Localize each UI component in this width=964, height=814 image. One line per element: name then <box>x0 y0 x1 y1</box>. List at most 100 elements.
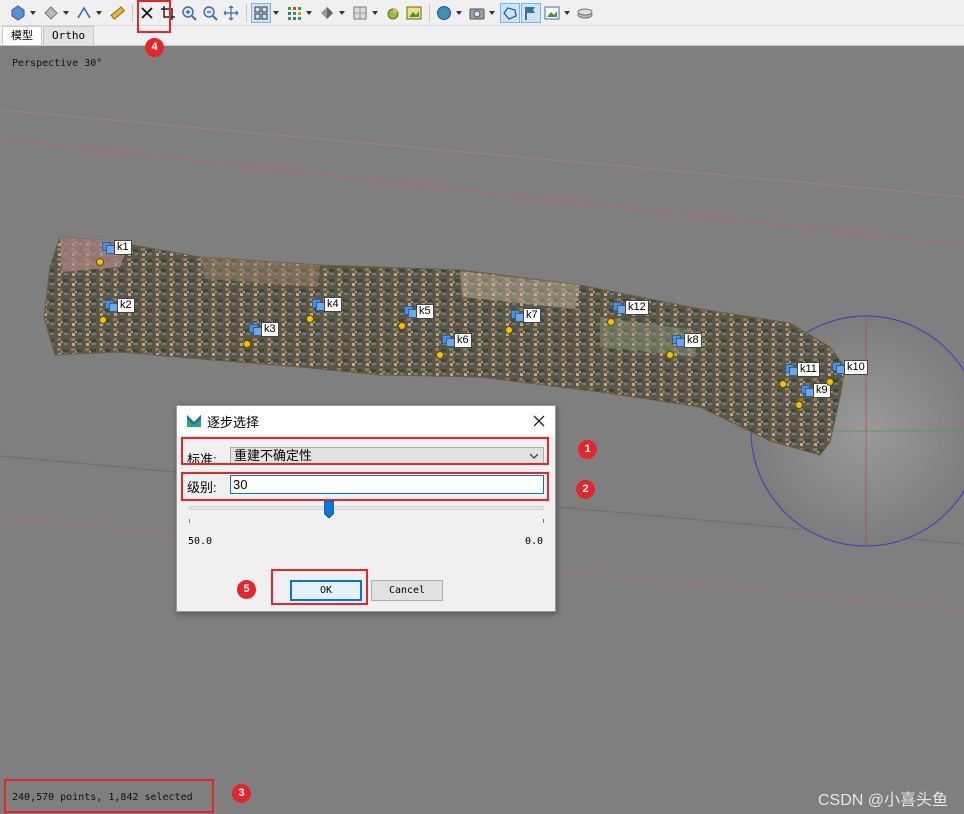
tab-ortho[interactable]: Ortho <box>43 26 95 45</box>
zoom-out-icon[interactable] <box>200 3 220 23</box>
layer-icon[interactable] <box>575 3 595 23</box>
dialog-titlebar[interactable]: 逐步选择 <box>177 406 555 436</box>
marker-point <box>779 380 787 388</box>
picture-dropdown[interactable] <box>563 3 571 23</box>
annotation-badge: 5 <box>237 580 256 599</box>
marker-label: k1 <box>114 240 132 255</box>
marker-point <box>96 258 104 266</box>
picture-icon[interactable] <box>542 3 562 23</box>
marker-k3[interactable]: k3 <box>243 322 279 354</box>
camera-icon[interactable] <box>467 3 487 23</box>
move-icon[interactable] <box>221 3 241 23</box>
marker-k6[interactable]: k6 <box>436 333 472 365</box>
camera-dropdown[interactable] <box>488 3 496 23</box>
marker-point <box>826 378 834 386</box>
toolbar-separator <box>132 3 133 22</box>
shading-icon[interactable] <box>317 3 337 23</box>
criterion-value: 重建不确定性 <box>234 448 313 463</box>
toolbar-separator <box>429 3 430 22</box>
globe-icon[interactable] <box>434 3 454 23</box>
close-icon[interactable] <box>527 409 551 433</box>
marker-label: k2 <box>117 298 135 313</box>
crop-icon[interactable] <box>158 3 178 23</box>
marker-k8[interactable]: k8 <box>666 333 702 365</box>
marker-k1[interactable]: k1 <box>96 240 132 272</box>
criterion-label: 标准: <box>187 452 217 467</box>
ruler-icon[interactable] <box>107 3 127 23</box>
measure-dropdown[interactable] <box>95 3 103 23</box>
marker-label: k6 <box>454 333 472 348</box>
grid-line <box>0 109 964 198</box>
marker-k4[interactable]: k4 <box>306 297 342 329</box>
marker-point <box>306 315 314 323</box>
criterion-select[interactable]: 重建不确定性 <box>230 447 544 465</box>
marker-k12[interactable]: k12 <box>607 300 649 332</box>
globe-dropdown[interactable] <box>455 3 463 23</box>
grid-dots-dropdown[interactable] <box>305 3 313 23</box>
marker-point <box>607 318 615 326</box>
annotation-badge: 4 <box>145 38 164 57</box>
marker-point <box>243 340 251 348</box>
main-toolbar <box>0 0 964 26</box>
marker-point <box>666 351 674 359</box>
marker-label: k4 <box>324 297 342 312</box>
grid-view-dropdown[interactable] <box>272 3 280 23</box>
marker-point <box>436 351 444 359</box>
marker-point <box>795 401 803 409</box>
delete-x-icon[interactable] <box>137 3 157 23</box>
view-tabs: 模型 Ortho <box>0 26 964 46</box>
measure-icon[interactable] <box>74 3 94 23</box>
annotation-badge: 3 <box>232 784 251 803</box>
status-text: 240,570 points, 1,842 selected <box>12 792 193 803</box>
zoom-in-icon[interactable] <box>179 3 199 23</box>
snap-icon[interactable] <box>41 3 61 23</box>
grid-dots-icon[interactable] <box>284 3 304 23</box>
marker-label: k7 <box>523 308 541 323</box>
grid-view-icon[interactable] <box>251 2 271 23</box>
transform-dropdown[interactable] <box>29 3 37 23</box>
marker-label: k8 <box>684 333 702 348</box>
shading-dropdown[interactable] <box>338 3 346 23</box>
slider-max-label: 50.0 <box>188 536 213 547</box>
toolbar-separator <box>246 3 247 22</box>
slider-tick <box>543 519 544 523</box>
marker-k5[interactable]: k5 <box>398 304 434 336</box>
marker-k2[interactable]: k2 <box>99 298 135 330</box>
slider-min-label: 0.0 <box>525 536 544 547</box>
level-input[interactable] <box>230 475 544 494</box>
level-slider-track[interactable] <box>189 506 544 510</box>
marker-icon[interactable] <box>383 3 403 23</box>
level-label: 级别: <box>187 480 217 495</box>
annotation-badge: 2 <box>576 480 595 499</box>
marker-point <box>505 326 513 334</box>
transform-icon[interactable] <box>8 3 28 23</box>
ok-button[interactable]: OK <box>290 580 362 601</box>
grid-line <box>0 138 964 246</box>
marker-label: k5 <box>416 304 434 319</box>
flag-icon[interactable] <box>521 2 541 23</box>
marker-k7[interactable]: k7 <box>505 308 541 340</box>
annotation-badge: 1 <box>578 440 597 459</box>
shape-icon[interactable] <box>500 2 520 23</box>
level-slider-thumb[interactable] <box>324 501 334 518</box>
watermark: CSDN @小喜头鱼 <box>817 792 948 809</box>
perspective-label: Perspective 30° <box>12 58 103 69</box>
marker-k11[interactable]: k11 <box>779 362 820 394</box>
cancel-button[interactable]: Cancel <box>371 580 443 601</box>
marker-point <box>99 316 107 324</box>
marker-label: k3 <box>261 322 279 337</box>
image-view-icon[interactable] <box>404 3 424 23</box>
region-icon[interactable] <box>350 3 370 23</box>
app-logo-icon <box>187 415 201 427</box>
dialog-title: 逐步选择 <box>207 414 260 430</box>
tab-model[interactable]: 模型 <box>2 26 42 45</box>
gradual-selection-dialog: 逐步选择 标准: 重建不确定性 级别: 50.0 0.0 OK Cancel <box>176 405 556 612</box>
marker-point <box>398 322 406 330</box>
snap-dropdown[interactable] <box>62 3 70 23</box>
chevron-down-icon <box>530 453 538 459</box>
marker-k10[interactable]: k10 <box>826 360 868 392</box>
region-dropdown[interactable] <box>371 3 379 23</box>
marker-label: k10 <box>844 360 868 375</box>
slider-tick <box>189 519 190 523</box>
marker-label: k11 <box>797 362 820 377</box>
